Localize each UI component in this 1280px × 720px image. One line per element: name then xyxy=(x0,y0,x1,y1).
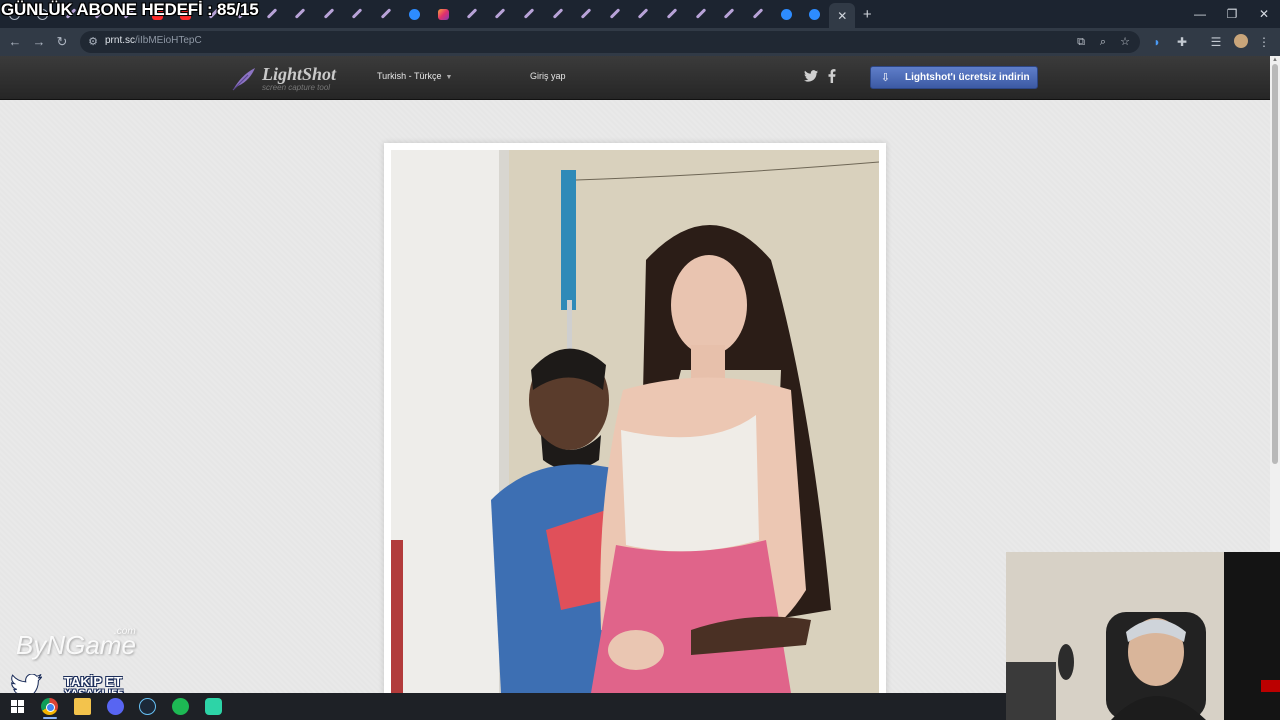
steam-icon[interactable] xyxy=(139,698,156,715)
close-window-button[interactable]: ✕ xyxy=(1248,0,1280,28)
taskbar xyxy=(0,693,1006,720)
app-icon[interactable] xyxy=(205,698,222,715)
new-tab-button[interactable]: + xyxy=(855,6,879,23)
lightshot-logo[interactable]: LightShot screen capture tool xyxy=(230,62,350,94)
photo-illustration xyxy=(391,150,879,693)
lightshot-icon xyxy=(323,8,335,20)
lightshot-header: LightShot screen capture tool Turkish - … xyxy=(0,56,1270,100)
close-tab-icon[interactable]: ✕ xyxy=(837,9,847,23)
lightshot-icon xyxy=(552,8,564,20)
lightshot-icon xyxy=(466,8,478,20)
address-bar[interactable]: ⚙ prnt.sc/iIbMEioHTepC ⧉ ⌕ ☆ xyxy=(80,31,1140,53)
scrollbar-thumb[interactable] xyxy=(1272,64,1278,464)
browser-tab[interactable] xyxy=(743,3,772,25)
browser-tab[interactable] xyxy=(486,3,515,25)
meta-icon xyxy=(809,8,821,20)
download-lightshot-button[interactable]: ⇩ Lightshot'ı ücretsiz indirin xyxy=(870,66,1038,89)
lightshot-tagline: screen capture tool xyxy=(262,83,331,92)
chrome-taskbar-icon[interactable] xyxy=(41,698,58,715)
meta-icon xyxy=(780,8,792,20)
lightshot-icon xyxy=(752,8,764,20)
lightshot-brand: LightShot xyxy=(262,64,337,84)
reading-list-icon[interactable]: ☰ xyxy=(1207,33,1225,51)
bookmark-star-icon[interactable]: ☆ xyxy=(1118,34,1132,50)
more-menu-icon[interactable]: ⋮ xyxy=(1255,33,1273,51)
extensions-puzzle-icon[interactable]: ✚ xyxy=(1173,33,1191,51)
download-cloud-icon: ⇩ xyxy=(880,72,891,84)
reload-icon[interactable]: ↻ xyxy=(53,33,71,51)
lightshot-icon xyxy=(695,8,707,20)
browser-tab[interactable] xyxy=(772,3,801,25)
url-host: prnt.sc xyxy=(105,35,136,46)
minimize-button[interactable]: — xyxy=(1184,0,1216,28)
url-text[interactable]: prnt.sc/iIbMEioHTepC xyxy=(105,35,202,46)
lightshot-icon xyxy=(723,8,735,20)
lightshot-icon xyxy=(351,8,363,20)
browser-tab[interactable] xyxy=(400,3,429,25)
back-icon[interactable]: ← xyxy=(6,33,24,51)
screenshot-image[interactable] xyxy=(391,150,879,693)
window-controls: — ❐ ✕ xyxy=(1184,0,1280,28)
profile-avatar[interactable] xyxy=(1234,34,1248,48)
instagram-icon xyxy=(437,8,449,20)
follow-label: TAKİP ET xyxy=(64,674,123,689)
forward-icon[interactable]: → xyxy=(30,33,48,51)
browser-tab[interactable] xyxy=(429,3,458,25)
restore-button[interactable]: ❐ xyxy=(1216,0,1248,28)
twitter-icon[interactable] xyxy=(804,70,818,82)
browser-toolbar: ← → ↻ ⚙ prnt.sc/iIbMEioHTepC ⧉ ⌕ ☆ ◗ ✚ ☰… xyxy=(0,28,1280,56)
browser-tab[interactable] xyxy=(286,3,315,25)
lightshot-icon xyxy=(380,8,392,20)
lightshot-icon xyxy=(666,8,678,20)
login-link[interactable]: Giriş yap xyxy=(530,71,566,81)
scroll-up-icon[interactable]: ▲ xyxy=(1272,57,1278,63)
zoom-icon[interactable]: ⌕ xyxy=(1096,34,1110,50)
browser-tab[interactable] xyxy=(458,3,487,25)
browser-tab[interactable] xyxy=(600,3,629,25)
lightshot-icon xyxy=(523,8,535,20)
browser-tab[interactable] xyxy=(572,3,601,25)
language-selector[interactable]: Turkish - Türkçe ▼ xyxy=(377,71,452,81)
lightshot-icon xyxy=(637,8,649,20)
browser-tab[interactable] xyxy=(629,3,658,25)
watermark-suffix: .com xyxy=(114,626,136,637)
subscriber-goal-overlay: GÜNLÜK ABONE HEDEFİ : 85/15 xyxy=(1,0,259,19)
spotify-icon[interactable] xyxy=(172,698,189,715)
browser-tab[interactable] xyxy=(257,3,286,25)
browser-tab[interactable] xyxy=(543,3,572,25)
chevron-down-icon: ▼ xyxy=(445,74,453,81)
browser-tab[interactable] xyxy=(715,3,744,25)
channel-watermark: ByNGame .com xyxy=(16,626,136,661)
feather-logo-icon xyxy=(232,68,255,91)
site-info-icon[interactable]: ⚙ xyxy=(86,35,100,49)
browser-tab[interactable] xyxy=(372,3,401,25)
download-button-label: Lightshot'ı ücretsiz indirin xyxy=(905,72,1030,83)
discord-icon[interactable] xyxy=(107,698,124,715)
lightshot-icon xyxy=(266,8,278,20)
file-explorer-icon[interactable] xyxy=(74,698,91,715)
browser-tab[interactable] xyxy=(686,3,715,25)
active-app-indicator xyxy=(43,717,57,719)
url-path: /iIbMEioHTepC xyxy=(135,35,202,46)
lightshot-icon xyxy=(494,8,506,20)
webcam-illustration xyxy=(1006,552,1280,720)
extension-icon[interactable]: ◗ xyxy=(1148,33,1166,51)
active-tab[interactable]: ✕ xyxy=(829,3,856,28)
browser-tab[interactable] xyxy=(315,3,344,25)
browser-tab[interactable] xyxy=(515,3,544,25)
install-app-icon[interactable]: ⧉ xyxy=(1074,34,1088,50)
browser-tab[interactable] xyxy=(343,3,372,25)
lightshot-icon xyxy=(294,8,306,20)
language-label: Turkish - Türkçe xyxy=(377,71,442,81)
webcam-feed xyxy=(1006,552,1280,720)
facebook-icon[interactable] xyxy=(828,69,836,83)
windows-start-icon[interactable] xyxy=(9,698,26,715)
browser-tab[interactable] xyxy=(658,3,687,25)
browser-tab[interactable] xyxy=(801,3,830,25)
lightshot-icon xyxy=(609,8,621,20)
lightshot-icon xyxy=(580,8,592,20)
meta-icon xyxy=(409,8,421,20)
address-bar-actions: ⧉ ⌕ ☆ xyxy=(1074,34,1132,50)
